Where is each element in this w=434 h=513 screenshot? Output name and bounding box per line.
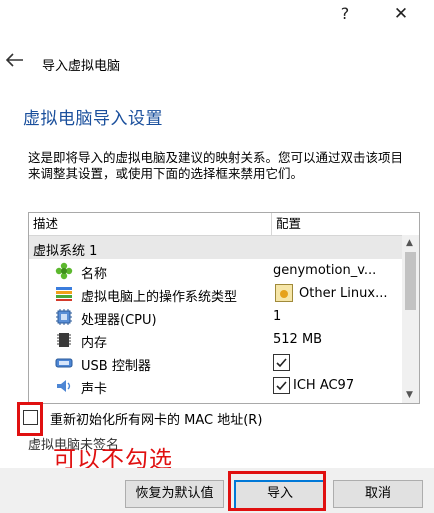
reinit-mac-label[interactable]: 重新初始化所有网卡的 MAC 地址(R) xyxy=(50,409,262,428)
row-label: 内存 xyxy=(81,336,108,351)
row-label: 虚拟电脑上的操作系统类型 xyxy=(81,290,238,305)
puzzle-icon xyxy=(55,262,73,280)
sound-checkbox[interactable] xyxy=(273,377,290,394)
scroll-up-icon[interactable]: ▲ xyxy=(406,238,413,248)
row-value: genymotion_v... xyxy=(273,263,377,278)
vertical-scrollbar[interactable]: ▲ ▼ xyxy=(402,235,419,403)
row-label: 名称 xyxy=(81,267,108,282)
row-label: USB 控制器 xyxy=(81,359,151,374)
column-header-config[interactable]: 配置 xyxy=(272,213,406,236)
row-value: Other Linux... xyxy=(299,286,388,301)
row-value: 1 xyxy=(273,309,282,324)
cancel-button[interactable]: 取消 xyxy=(333,480,423,508)
table-row[interactable]: USB 控制器 xyxy=(29,351,402,374)
row-value: 512 MB xyxy=(273,332,323,347)
table-row[interactable]: 名称 genymotion_v... xyxy=(29,259,402,282)
usb-checkbox[interactable] xyxy=(273,354,290,371)
scroll-down-icon[interactable]: ▼ xyxy=(406,390,413,400)
os-type-icon xyxy=(55,285,73,303)
description-text: 这是即将导入的虚拟电脑及建议的映射关系。您可以通过双击该项目来调整其设置，或使用… xyxy=(28,150,404,181)
nav-title: 导入虚拟电脑 xyxy=(42,59,121,74)
close-button[interactable]: ✕ xyxy=(386,4,416,24)
back-arrow-icon[interactable] xyxy=(5,52,24,72)
cpu-icon xyxy=(55,308,73,326)
row-label: 声卡 xyxy=(81,382,108,397)
os-badge-icon xyxy=(275,284,293,306)
row-value: ICH AC97 xyxy=(293,378,355,393)
appliance-settings-list[interactable]: 描述 配置 虚拟系统 1 名称 genymotion_v... 虚拟电脑上的操作… xyxy=(28,212,420,404)
memory-icon xyxy=(55,331,73,349)
virtual-system-group-row[interactable]: 虚拟系统 1 xyxy=(29,236,402,259)
help-button[interactable]: ? xyxy=(330,4,360,23)
table-row[interactable]: 声卡 ICH AC97 xyxy=(29,374,402,397)
sound-icon xyxy=(55,377,73,395)
row-label: 处理器(CPU) xyxy=(81,313,157,328)
scrollbar-thumb[interactable] xyxy=(405,252,416,310)
table-row[interactable]: 内存 512 MB xyxy=(29,328,402,351)
table-row[interactable]: 处理器(CPU) 1 xyxy=(29,305,402,328)
usb-icon xyxy=(55,354,73,372)
group-label: 虚拟系统 1 xyxy=(33,244,98,259)
table-row[interactable]: 虚拟电脑上的操作系统类型 Other Linux... xyxy=(29,282,402,305)
reinit-mac-checkbox[interactable] xyxy=(23,410,38,425)
highlight-box-import xyxy=(228,471,326,511)
column-header-description[interactable]: 描述 xyxy=(29,213,272,236)
restore-defaults-button[interactable]: 恢复为默认值 xyxy=(125,480,224,508)
section-title: 虚拟电脑导入设置 xyxy=(23,109,163,129)
